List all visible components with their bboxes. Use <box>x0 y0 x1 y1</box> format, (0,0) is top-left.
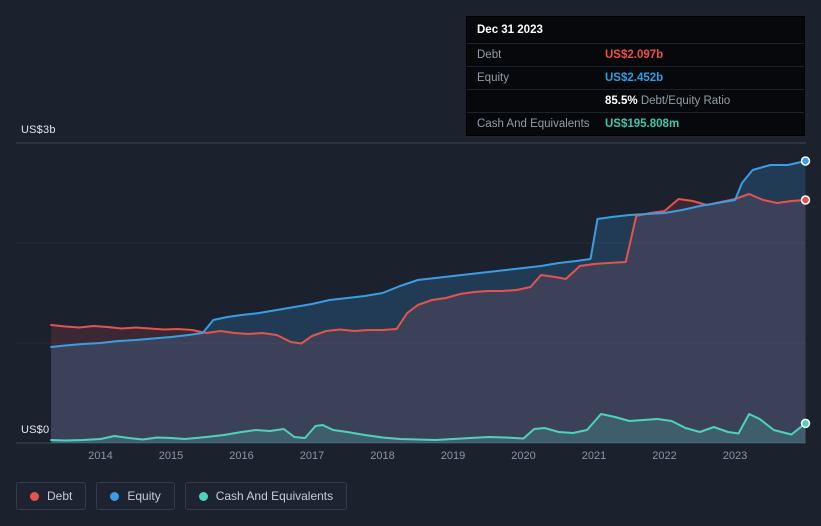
svg-text:2021: 2021 <box>582 450 606 462</box>
chart-tooltip: Dec 31 2023 Debt US$2.097b Equity US$2.4… <box>466 16 805 136</box>
cash-color-dot <box>198 491 208 501</box>
tooltip-date: Dec 31 2023 <box>477 24 543 36</box>
y-axis-min-label: US$0 <box>21 424 50 436</box>
svg-text:2019: 2019 <box>441 450 465 462</box>
debt-equity-history-panel: 2014 2015 2016 2017 2018 2019 2020 2021 2022 2023… <box>0 0 821 526</box>
tooltip-equity-row: Equity US$2.452b <box>467 66 804 89</box>
tooltip-equity-label: Equity <box>477 72 509 84</box>
tooltip-debt-row: Debt US$2.097b <box>467 43 804 66</box>
svg-text:2018: 2018 <box>370 450 394 462</box>
tooltip-ratio-label: Debt/Equity Ratio <box>640 95 731 107</box>
svg-text:2022: 2022 <box>652 450 676 462</box>
tooltip-ratio: 85.5% Debt/Equity Ratio <box>605 95 730 107</box>
tooltip-cash-label: Cash And Equivalents <box>477 118 590 130</box>
tooltip-ratio-value: 85.5% <box>605 95 638 107</box>
svg-text:2016: 2016 <box>229 450 253 462</box>
tooltip-ratio-row: 85.5% Debt/Equity Ratio <box>467 89 804 112</box>
svg-text:2014: 2014 <box>88 450 112 462</box>
legend-item-cash[interactable]: Cash And Equivalents <box>184 482 348 510</box>
svg-text:2020: 2020 <box>511 450 535 462</box>
tooltip-cash-value: US$195.808m <box>605 118 680 130</box>
svg-text:2015: 2015 <box>159 450 183 462</box>
y-axis-max-label: US$3b <box>21 124 56 136</box>
svg-text:2017: 2017 <box>300 450 324 462</box>
legend-item-equity[interactable]: Equity <box>96 482 175 510</box>
chart-legend: Debt Equity Cash And Equivalents <box>16 482 348 510</box>
legend-debt-label: Debt <box>47 489 73 503</box>
tooltip-equity-value: US$2.452b <box>605 72 664 84</box>
legend-cash-label: Cash And Equivalents <box>215 489 334 503</box>
tooltip-cash-row: Cash And Equivalents US$195.808m <box>467 112 804 135</box>
tooltip-debt-value: US$2.097b <box>605 49 664 61</box>
debt-color-dot <box>30 491 39 501</box>
legend-item-debt[interactable]: Debt <box>16 482 87 510</box>
legend-equity-label: Equity <box>127 489 161 503</box>
tooltip-debt-label: Debt <box>477 49 502 61</box>
svg-text:2023: 2023 <box>723 450 747 462</box>
equity-color-dot <box>110 491 120 501</box>
